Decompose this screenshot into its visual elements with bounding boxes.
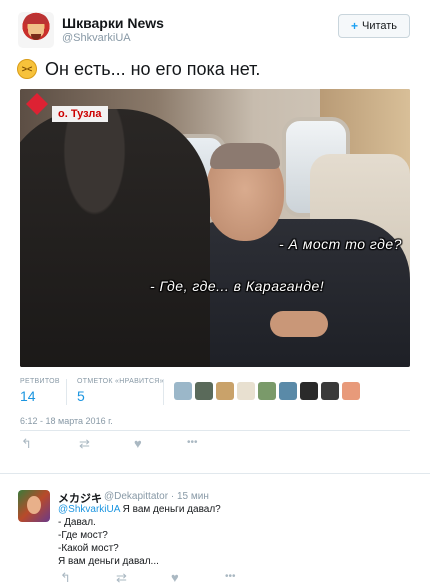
reply-like-icon[interactable]: ♥ xyxy=(171,570,179,585)
liker-avatar[interactable] xyxy=(279,382,297,400)
follow-plus-icon: + xyxy=(350,19,358,33)
liker-avatar[interactable] xyxy=(258,382,276,400)
reply-avatar-face xyxy=(27,496,41,514)
author-handle[interactable]: @ShkvarkiUA xyxy=(62,32,131,44)
author-name[interactable]: Шкварки News xyxy=(62,15,164,31)
photo-subtitle-2: - Где, где... в Караганде! xyxy=(150,278,325,294)
avatar-mouth xyxy=(31,34,41,40)
retweets-label: РЕТВИТОВ xyxy=(20,378,60,385)
divider xyxy=(20,430,410,431)
likes-count[interactable]: 5 xyxy=(77,388,85,404)
author-avatar[interactable] xyxy=(18,12,54,48)
retweets-count[interactable]: 14 xyxy=(20,388,36,404)
like-icon[interactable]: ♥ xyxy=(134,436,142,451)
stats-divider-2 xyxy=(163,379,164,405)
tweet-timestamp[interactable]: 6:12 - 18 марта 2016 г. xyxy=(20,416,113,426)
liker-avatar[interactable] xyxy=(321,382,339,400)
follow-button[interactable]: + Читать xyxy=(338,14,410,38)
reply-retweet-icon[interactable]: ⇄ xyxy=(116,570,127,586)
tweet-text: Он есть... но его пока нет. xyxy=(45,59,261,79)
likers-avatars xyxy=(174,382,360,400)
photo-hand xyxy=(270,311,328,337)
liker-avatar[interactable] xyxy=(237,382,255,400)
liker-avatar[interactable] xyxy=(174,382,192,400)
follow-label: Читать xyxy=(361,20,398,32)
reply-line-3: -Где мост? xyxy=(58,530,108,541)
photo-person-right-hair xyxy=(210,143,280,169)
reply-author-handle[interactable]: @Dekapittator xyxy=(104,491,168,502)
liker-avatar[interactable] xyxy=(342,382,360,400)
stats-divider xyxy=(66,379,67,405)
liker-avatar[interactable] xyxy=(300,382,318,400)
reply-reply-icon[interactable]: ↰ xyxy=(60,570,71,586)
more-icon[interactable]: ••• xyxy=(187,437,198,448)
reply-line-1: @ShkvarkiUA Я вам деньги давал? xyxy=(58,504,221,515)
reply-more-icon[interactable]: ••• xyxy=(225,571,236,582)
reply-line-4: -Какой мост? xyxy=(58,543,119,554)
photo-subtitle-1: - А мост то где? xyxy=(279,236,402,252)
confounded-face-emoji-icon: >< xyxy=(17,59,37,79)
photo-person-left-back xyxy=(20,109,210,367)
liker-avatar[interactable] xyxy=(195,382,213,400)
reply-icon[interactable]: ↰ xyxy=(21,436,32,452)
tweet-photo[interactable]: о. Тузла - А мост то где? - Где, где... … xyxy=(20,89,410,367)
reply-line-5: Я вам деньги давал... xyxy=(58,556,159,567)
likes-label: ОТМЕТОК «НРАВИТСЯ» xyxy=(77,378,164,385)
reply-line-1-text: Я вам деньги давал? xyxy=(122,504,221,515)
photo-location-label: о. Тузла xyxy=(52,106,108,122)
reply-meta: @Dekapittator · 15 мин xyxy=(104,491,209,502)
reply-separator xyxy=(0,473,430,474)
reply-mention[interactable]: @ShkvarkiUA xyxy=(58,504,120,515)
liker-avatar[interactable] xyxy=(216,382,234,400)
reply-author-avatar[interactable] xyxy=(18,490,50,522)
reply-time[interactable]: 15 мин xyxy=(177,491,209,502)
avatar-hat xyxy=(24,14,48,24)
reply-line-2: - Давал. xyxy=(58,517,96,528)
retweet-icon[interactable]: ⇄ xyxy=(79,436,90,452)
